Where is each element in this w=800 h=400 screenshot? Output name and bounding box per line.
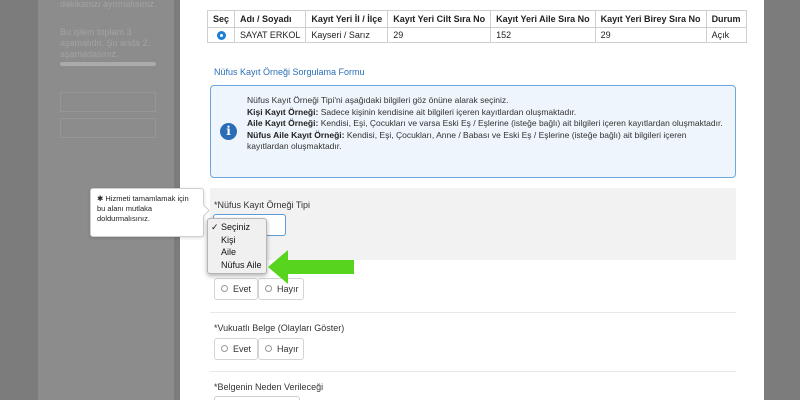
neden-select[interactable]: [214, 396, 300, 400]
results-table: Seç Adı / Soyadı Kayıt Yeri İl / İlçe Ka…: [206, 10, 747, 43]
radio-selected-icon[interactable]: [216, 31, 226, 41]
row-select-radio[interactable]: [206, 27, 236, 43]
column-header: Kayıt Yeri Cilt Sıra No: [387, 10, 492, 28]
column-header: Kayıt Yeri Aile Sıra No: [490, 10, 596, 28]
type-dropdown-menu[interactable]: ✓ Seçiniz Kişi Aile Nüfus Aile: [207, 218, 267, 274]
neden-label: *Belgenin Neden Verileceği: [214, 382, 324, 392]
info-box: i Nüfus Kayıt Örneği Tipi'ni aşağıdaki b…: [210, 85, 736, 178]
cell-location: Kayseri / Sarız: [305, 27, 389, 43]
cell-status: Açık: [705, 27, 747, 43]
dropdown-option-aile[interactable]: Aile: [208, 246, 266, 259]
table-header-row: Seç Adı / Soyadı Kayıt Yeri İl / İlçe Ka…: [206, 10, 747, 28]
info-text: Nüfus Kayıt Örneği Tipi'ni aşağıdaki bil…: [247, 95, 725, 153]
column-header: Kayıt Yeri İl / İlçe: [305, 10, 389, 28]
radio-icon: [221, 345, 228, 353]
radio-icon: [265, 285, 272, 293]
cell-cilt: 29: [387, 27, 492, 43]
form-title: Nüfus Kayıt Örneği Sorgulama Formu: [214, 67, 365, 77]
dropdown-option-kisi[interactable]: Kişi: [208, 234, 266, 247]
cell-birey: 29: [594, 27, 707, 43]
evet-radio-2[interactable]: Evet: [214, 338, 258, 360]
divider: [210, 371, 736, 372]
dropdown-option-nufus-aile[interactable]: Nüfus Aile: [208, 259, 266, 272]
checkmark-icon: ✓: [211, 222, 219, 232]
sidebar-notice: dakikanızı ayırmalısınız.: [60, 0, 157, 9]
radio-icon: [265, 345, 272, 353]
progress-bar: [60, 62, 156, 66]
info-kisi: Kişi Kayıt Örneği: Sadece kişinin kendis…: [247, 106, 577, 117]
table-row[interactable]: SAYAT ERKOL Kayseri / Sarız 29 152 29 Aç…: [206, 27, 747, 43]
column-header: Seç: [206, 10, 236, 28]
sidebar-box: [60, 92, 156, 112]
required-tooltip: ✱ Hizmeti tamamlamak için bu alanı mutla…: [90, 188, 204, 237]
info-icon: i: [220, 123, 237, 140]
column-header: Adı / Soyadı: [234, 10, 307, 28]
radio-icon: [221, 285, 228, 293]
divider: [210, 312, 736, 313]
cell-name: SAYAT ERKOL: [234, 27, 307, 43]
vukuatli-label: *Vukuatlı Belge (Olayları Göster): [214, 323, 345, 333]
progress-text: Bu işlem toplam 3 aşamalıdır. Şu anda 2.…: [60, 27, 151, 59]
sidebar-box: [60, 118, 156, 138]
green-arrow-icon: [268, 250, 354, 284]
evet-radio-1[interactable]: Evet: [214, 278, 258, 300]
info-aile: Aile Kayıt Örneği: Kendisi, Eşi, Çocukla…: [247, 118, 723, 128]
info-nufus: Nüfus Aile Kayıt Örneği: Kendisi, Eşi, Ç…: [247, 129, 687, 152]
type-label: *Nüfus Kayıt Örneği Tipi: [214, 200, 311, 210]
column-header: Durum: [705, 10, 747, 28]
dropdown-option-seciniz[interactable]: ✓ Seçiniz: [208, 221, 266, 234]
hayir-radio-2[interactable]: Hayır: [258, 338, 304, 360]
main-content: Seç Adı / Soyadı Kayıt Yeri İl / İlçe Ka…: [180, 0, 764, 400]
info-intro: Nüfus Kayıt Örneği Tipi'ni aşağıdaki bil…: [247, 95, 509, 105]
cell-aile: 152: [490, 27, 596, 43]
column-header: Kayıt Yeri Birey Sıra No: [594, 10, 707, 28]
